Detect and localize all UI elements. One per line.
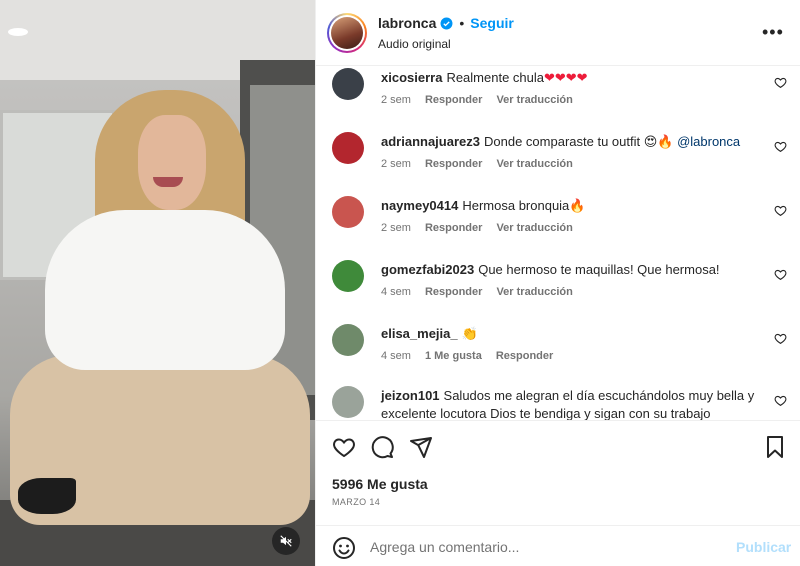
like-comment-icon[interactable] <box>774 332 787 345</box>
video-person-shoe <box>18 478 76 514</box>
reply-button[interactable]: Responder <box>425 94 482 106</box>
comment-meta: 4 sem 1 Me gusta Responder <box>381 350 553 362</box>
comment-item: elisa_mejia_ 👏 4 sem 1 Me gusta Responder <box>316 324 800 388</box>
comment-item: adriannajuarez3 Donde comparaste tu outfi… <box>316 132 800 196</box>
save-icon[interactable] <box>763 435 787 459</box>
comment-meta: 2 sem Responder Ver traducción <box>381 158 573 170</box>
comment-time[interactable]: 2 sem <box>381 222 411 234</box>
comment-time[interactable]: 2 sem <box>381 158 411 170</box>
post-panel: labronca • Seguir Audio original ••• xic… <box>315 0 800 566</box>
author-row: labronca • Seguir <box>378 15 514 31</box>
like-comment-icon[interactable] <box>774 268 787 281</box>
reply-button[interactable]: Responder <box>425 222 482 234</box>
audio-label[interactable]: Audio original <box>378 37 451 51</box>
comment-item: gomezfabi2023 Que hermoso te maquillas! Q… <box>316 260 800 324</box>
comment-username[interactable]: adriannajuarez3 <box>381 134 480 149</box>
comment-mention[interactable]: @labronca <box>677 134 740 149</box>
translate-button[interactable]: Ver traducción <box>496 286 572 298</box>
comment-input[interactable] <box>370 534 710 560</box>
comment-body: Que hermoso te maquillas! Que hermosa! <box>478 262 720 277</box>
comment-text: adriannajuarez3 Donde comparaste tu outfi… <box>381 133 761 151</box>
comment-body: Hermosa bronquia🔥 <box>462 198 586 213</box>
author-avatar[interactable] <box>327 13 367 53</box>
comment-item: naymey0414 Hermosa bronquia🔥 2 sem Respon… <box>316 196 800 260</box>
comment-username[interactable]: xicosierra <box>381 70 442 85</box>
comment-meta: 4 sem Responder Ver traducción <box>381 286 573 298</box>
translate-button[interactable]: Ver traducción <box>496 222 572 234</box>
comment-username[interactable]: naymey0414 <box>381 198 458 213</box>
comment-avatar[interactable] <box>332 68 364 100</box>
comment-avatar[interactable] <box>332 260 364 292</box>
mute-button[interactable] <box>272 527 300 555</box>
comment-text: xicosierra Realmente chula❤❤❤❤ <box>381 69 761 87</box>
translate-button[interactable]: Ver traducción <box>496 158 572 170</box>
post-actions: 5996 Me gusta MARZO 14 Publicar <box>316 420 800 566</box>
publish-button[interactable]: Publicar <box>736 539 791 555</box>
comment-text: jeizon101 Saludos me alegran el día escuc… <box>381 387 761 420</box>
comments-list[interactable]: xicosierra Realmente chula❤❤❤❤ 2 sem Resp… <box>316 66 800 420</box>
comment-text: elisa_mejia_ 👏 <box>381 325 761 343</box>
comment-body: Realmente chula <box>446 70 544 85</box>
comment-composer: Publicar <box>316 525 800 566</box>
more-options-icon[interactable]: ••• <box>762 22 784 43</box>
comment-avatar[interactable] <box>332 386 364 418</box>
comment-meta: 2 sem Responder Ver traducción <box>381 94 573 106</box>
like-comment-icon[interactable] <box>774 204 787 217</box>
comment-time[interactable]: 4 sem <box>381 286 411 298</box>
comment-avatar[interactable] <box>332 324 364 356</box>
verified-badge-icon <box>440 17 453 29</box>
reply-button[interactable]: Responder <box>425 286 482 298</box>
video-person-shirt <box>45 210 285 370</box>
comment-emoji: ❤❤❤❤ <box>544 70 588 85</box>
emoji-icon[interactable] <box>332 536 356 560</box>
separator-dot: • <box>459 15 465 31</box>
reply-button[interactable]: Responder <box>425 158 482 170</box>
video-person-face <box>138 115 206 210</box>
reel-video[interactable] <box>0 0 315 566</box>
video-ceiling-light <box>8 28 28 36</box>
post-header: labronca • Seguir Audio original ••• <box>316 0 800 66</box>
comment-avatar[interactable] <box>332 196 364 228</box>
comment-item: xicosierra Realmente chula❤❤❤❤ 2 sem Resp… <box>316 68 800 132</box>
comment-text: naymey0414 Hermosa bronquia🔥 <box>381 197 761 215</box>
reply-button[interactable]: Responder <box>496 350 553 362</box>
likes-count[interactable]: 5996 Me gusta <box>332 476 428 492</box>
comment-time[interactable]: 2 sem <box>381 94 411 106</box>
comment-likes[interactable]: 1 Me gusta <box>425 350 482 362</box>
post-date: MARZO 14 <box>332 497 381 507</box>
comment-body: Donde comparaste tu outfit 😍🔥 <box>484 134 674 149</box>
follow-button[interactable]: Seguir <box>470 15 514 31</box>
like-comment-icon[interactable] <box>774 394 787 407</box>
like-comment-icon[interactable] <box>774 76 787 89</box>
comment-meta: 2 sem Responder Ver traducción <box>381 222 573 234</box>
comment-username[interactable]: gomezfabi2023 <box>381 262 474 277</box>
comment-username[interactable]: jeizon101 <box>381 388 440 403</box>
comment-avatar[interactable] <box>332 132 364 164</box>
comment-icon[interactable] <box>370 435 394 459</box>
comment-body: 👏 <box>461 326 478 341</box>
like-comment-icon[interactable] <box>774 140 787 153</box>
comment-time[interactable]: 4 sem <box>381 350 411 362</box>
author-username[interactable]: labronca <box>378 15 436 31</box>
comment-username[interactable]: elisa_mejia_ <box>381 326 458 341</box>
comment-text: gomezfabi2023 Que hermoso te maquillas! Q… <box>381 261 761 279</box>
like-icon[interactable] <box>332 435 356 459</box>
mute-icon <box>280 535 292 547</box>
share-icon[interactable] <box>409 435 433 459</box>
translate-button[interactable]: Ver traducción <box>496 94 572 106</box>
comment-item: jeizon101 Saludos me alegran el día escuc… <box>316 386 800 420</box>
